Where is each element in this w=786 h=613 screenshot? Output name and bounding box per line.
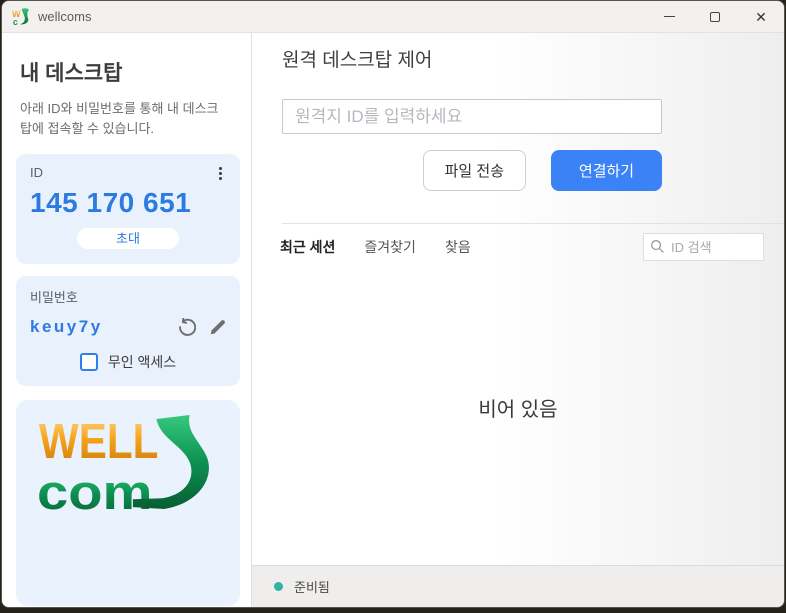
- tab-found[interactable]: 찾음: [435, 231, 481, 263]
- sidebar-heading: 내 데스크탑: [20, 62, 123, 85]
- refresh-password-button[interactable]: [177, 317, 196, 337]
- file-transfer-button[interactable]: 파일 전송: [422, 150, 526, 191]
- status-text: 준비됨: [294, 580, 330, 595]
- id-search-box: [643, 233, 764, 261]
- empty-state-text: 비어 있음: [478, 399, 558, 421]
- close-icon: ✕: [755, 8, 767, 25]
- minimize-button[interactable]: [646, 1, 692, 33]
- tab-recent-sessions[interactable]: 최근 세션: [270, 231, 346, 263]
- close-button[interactable]: ✕: [738, 1, 784, 33]
- unattended-access-label: 무인 액세스: [107, 354, 177, 371]
- sidebar-description: 아래 ID와 비밀번호를 통해 내 데스크탑에 접속할 수 있습니다.: [20, 101, 219, 137]
- titlebar: W c wellcoms ✕: [2, 1, 784, 33]
- id-card: ID 145 170 651 초대: [16, 154, 240, 265]
- logo-card: WELL com: [16, 400, 240, 607]
- kebab-vertical-icon[interactable]: [215, 165, 226, 182]
- password-card: 비밀번호 keuy7y 무인 액세스: [16, 276, 240, 387]
- id-label: ID: [30, 165, 43, 181]
- sidebar: 내 데스크탑 아래 ID와 비밀번호를 통해 내 데스크탑에 접속할 수 있습니…: [2, 33, 252, 607]
- maximize-icon: [710, 11, 720, 22]
- tab-favorites[interactable]: 즐겨찾기: [354, 231, 426, 263]
- unattended-access-row: 무인 액세스: [30, 352, 226, 372]
- logo-text-well: WELL: [39, 415, 158, 469]
- invite-button[interactable]: 초대: [76, 227, 180, 251]
- unattended-access-checkbox[interactable]: [79, 353, 98, 372]
- wellcom-logo: WELL com: [37, 415, 209, 520]
- session-tabstrip: 최근 세션 즐겨찾기 찾음: [252, 224, 784, 270]
- edit-password-button[interactable]: [209, 319, 226, 336]
- session-list-area: 비어 있음: [252, 270, 784, 565]
- main-panel: 원격 데스크탑 제어 파일 전송 연결하기 최근 세션 즐겨찾기 찾음: [252, 33, 784, 607]
- app-logo-icon: W c: [12, 7, 30, 26]
- password-label: 비밀번호: [30, 290, 78, 306]
- app-window: W c wellcoms ✕ 내 데스크탑 아래 ID와 비밀번호를 통해 내 …: [1, 0, 785, 608]
- maximize-button[interactable]: [692, 1, 738, 33]
- remote-id-input[interactable]: [282, 99, 662, 134]
- magnifier-icon: [651, 240, 664, 253]
- svg-text:c: c: [13, 17, 18, 26]
- statusbar: 준비됨: [252, 565, 784, 607]
- main-heading: 원격 데스크탑 제어: [282, 50, 433, 71]
- status-dot-icon: [274, 582, 283, 591]
- connect-button[interactable]: 연결하기: [551, 150, 662, 191]
- pencil-icon: [210, 319, 225, 335]
- window-controls: ✕: [646, 1, 784, 33]
- my-id-value: 145 170 651: [30, 187, 192, 219]
- logo-text-com: com: [37, 466, 153, 515]
- minimize-icon: [663, 16, 675, 17]
- refresh-icon: [179, 317, 196, 336]
- password-value: keuy7y: [30, 317, 103, 337]
- window-title: wellcoms: [38, 9, 92, 24]
